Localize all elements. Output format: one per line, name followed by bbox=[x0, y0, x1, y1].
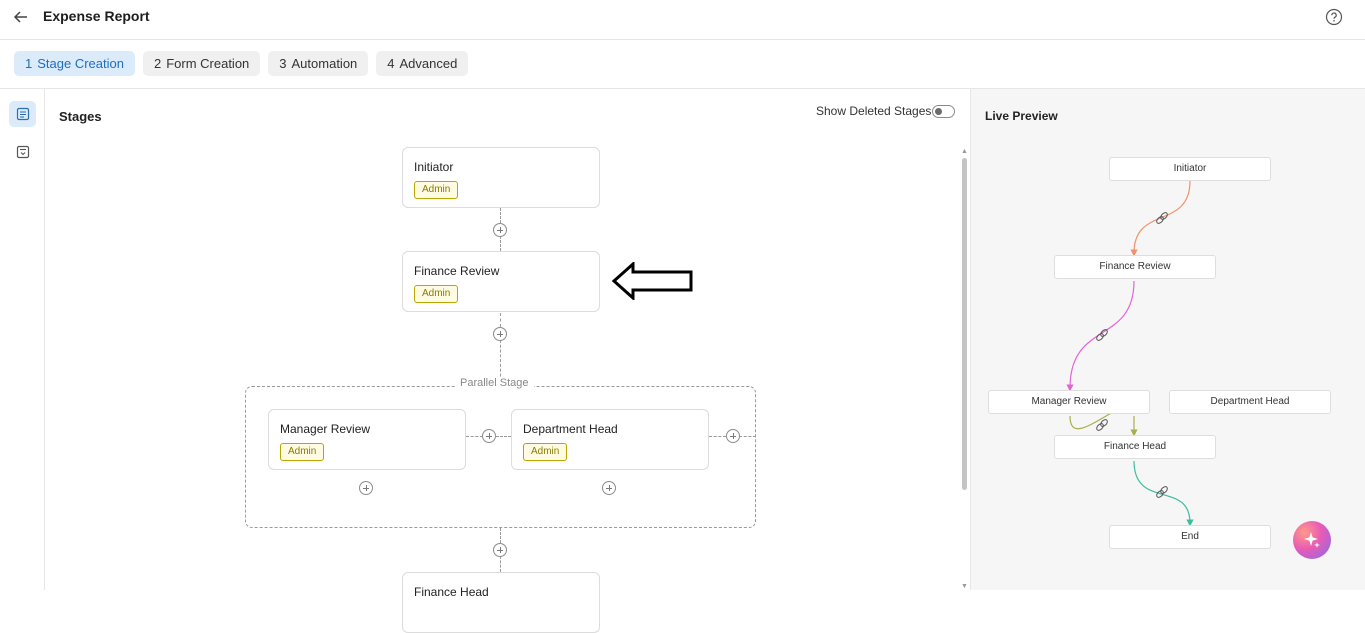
add-stage-button[interactable] bbox=[493, 543, 507, 557]
stage-card-manager-review[interactable]: Manager Review Admin bbox=[268, 409, 466, 470]
add-substage-button[interactable] bbox=[602, 481, 616, 495]
stage-name: Finance Head bbox=[414, 585, 489, 599]
connector bbox=[500, 313, 501, 327]
connector bbox=[500, 236, 501, 251]
preview-node-finance-head: Finance Head bbox=[1054, 435, 1216, 459]
tab-form-creation[interactable]: 2 Form Creation bbox=[142, 51, 261, 76]
scroll-up-icon[interactable]: ▲ bbox=[961, 148, 968, 155]
tab-number: 1 bbox=[25, 56, 33, 71]
preview-node-manager-review: Manager Review bbox=[988, 390, 1150, 414]
stages-scrollbar[interactable]: ▲ ▼ bbox=[960, 148, 969, 590]
stage-card-finance-review[interactable]: Finance Review Admin bbox=[402, 251, 600, 312]
scroll-thumb[interactable] bbox=[962, 158, 967, 490]
tab-stage-creation[interactable]: 1 Stage Creation bbox=[14, 51, 135, 76]
stage-name: Initiator bbox=[414, 160, 454, 174]
preview-node-end: End bbox=[1109, 525, 1271, 549]
preview-node-department-head: Department Head bbox=[1169, 390, 1331, 414]
pointer-arrow-icon bbox=[611, 262, 693, 300]
stage-card-initiator[interactable]: Initiator Admin bbox=[402, 147, 600, 208]
live-preview-heading: Live Preview bbox=[985, 109, 1058, 123]
connector bbox=[500, 208, 501, 223]
show-deleted-label: Show Deleted Stages bbox=[816, 104, 932, 118]
back-arrow-icon[interactable] bbox=[11, 7, 31, 27]
role-badge: Admin bbox=[414, 181, 459, 199]
add-substage-button[interactable] bbox=[359, 481, 373, 495]
top-bar: Expense Report bbox=[0, 0, 1365, 40]
tab-label: Automation bbox=[291, 56, 358, 71]
stages-view-button[interactable] bbox=[9, 101, 36, 127]
tab-automation[interactable]: 3 Automation bbox=[268, 51, 369, 76]
ai-assistant-button[interactable] bbox=[1293, 521, 1331, 559]
role-badge: Admin bbox=[523, 443, 568, 461]
add-parallel-stage-button[interactable] bbox=[726, 429, 740, 443]
role-badge: Admin bbox=[414, 285, 459, 303]
form-icon bbox=[16, 145, 29, 159]
stage-name: Finance Review bbox=[414, 264, 500, 278]
add-parallel-stage-button[interactable] bbox=[482, 429, 496, 443]
add-stage-button[interactable] bbox=[493, 223, 507, 237]
connector bbox=[500, 556, 501, 572]
step-tabs: 1 Stage Creation 2 Form Creation 3 Automati… bbox=[14, 51, 469, 76]
tab-label: Advanced bbox=[399, 56, 458, 71]
add-stage-button[interactable] bbox=[493, 327, 507, 341]
stages-list-icon bbox=[16, 107, 29, 121]
scroll-down-icon[interactable]: ▼ bbox=[961, 583, 968, 590]
tab-number: 2 bbox=[153, 56, 162, 71]
form-view-button[interactable] bbox=[9, 139, 36, 165]
stage-card-department-head[interactable]: Department Head Admin bbox=[511, 409, 709, 470]
parallel-stage-label: Parallel Stage bbox=[455, 377, 534, 389]
stages-heading: Stages bbox=[59, 109, 102, 124]
stage-name: Department Head bbox=[523, 422, 618, 436]
toggle-knob bbox=[935, 107, 942, 115]
tab-number: 3 bbox=[279, 56, 287, 71]
connector bbox=[500, 528, 501, 543]
help-circle-icon[interactable] bbox=[1325, 8, 1343, 26]
tab-advanced[interactable]: 4 Advanced bbox=[376, 51, 469, 76]
preview-node-finance-review: Finance Review bbox=[1054, 255, 1216, 279]
left-rail bbox=[0, 89, 45, 590]
show-deleted-toggle[interactable] bbox=[932, 105, 955, 118]
tab-label: Form Creation bbox=[166, 56, 250, 71]
tab-label: Stage Creation bbox=[37, 56, 124, 71]
stage-card-finance-head[interactable]: Finance Head bbox=[402, 572, 600, 633]
page-title: Expense Report bbox=[43, 8, 150, 24]
stage-name: Manager Review bbox=[280, 422, 371, 436]
sparkle-icon bbox=[1304, 532, 1320, 548]
tab-number: 4 bbox=[387, 56, 395, 71]
preview-node-initiator: Initiator bbox=[1109, 157, 1271, 181]
role-badge: Admin bbox=[280, 443, 325, 461]
